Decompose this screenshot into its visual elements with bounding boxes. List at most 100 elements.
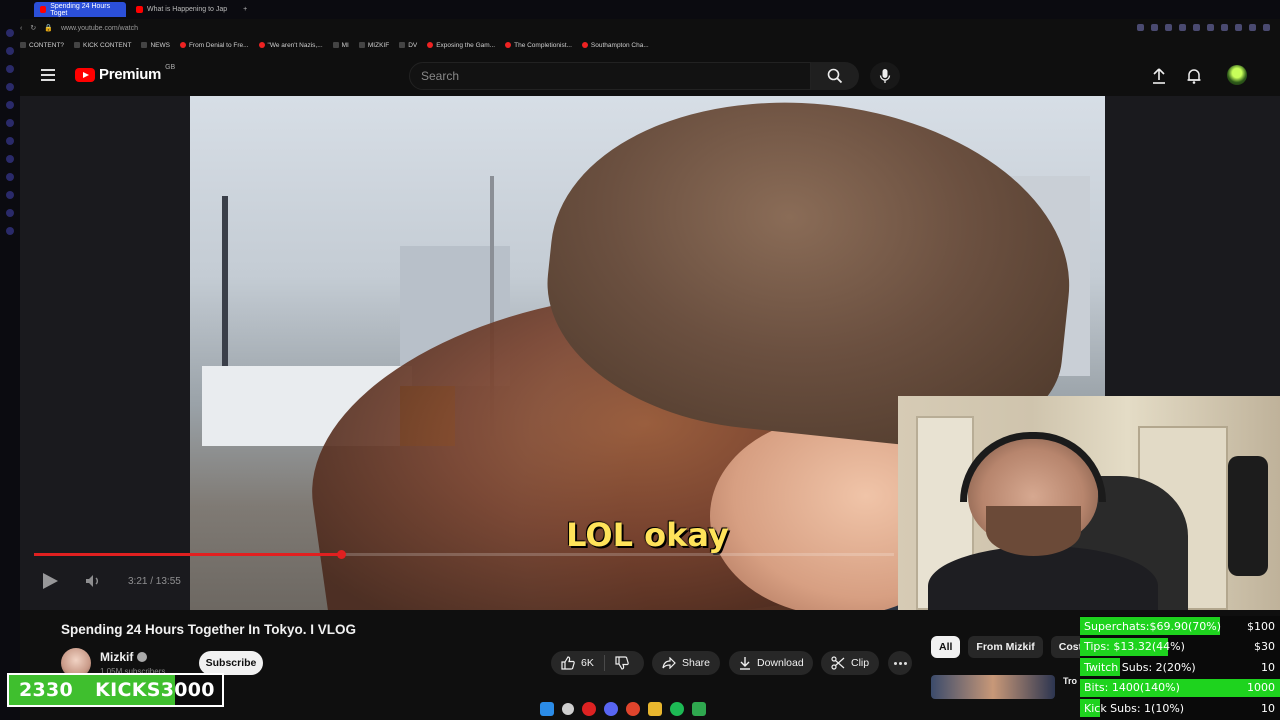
channel-name[interactable]: Mizkif [100,650,148,664]
bookmark-icon[interactable] [1165,24,1172,31]
bookmark-item[interactable]: MIZKIF [358,42,389,49]
extension-icon[interactable] [1221,24,1228,31]
sidebar-icon[interactable] [6,119,14,127]
stat-goal: 10 [1261,701,1275,715]
bookmark-item[interactable]: NEWS [141,42,170,49]
chip-from-channel[interactable]: From Mizkif [968,636,1043,658]
youtube-favicon-icon [40,6,47,13]
bookmark-item[interactable]: MI [332,42,349,49]
menu-icon[interactable] [1263,24,1270,31]
more-actions-button[interactable] [888,651,912,675]
voice-search-button[interactable] [870,62,900,90]
logo-text: Premium [99,66,162,83]
search-button[interactable] [811,62,859,90]
bookmark-item[interactable]: "We aren't Nazis,... [258,42,323,49]
extension-icon[interactable] [1249,24,1256,31]
donation-stats-overlay: Superchats:$69.90(70%) $100 Tips: $13.32… [1080,616,1280,720]
browser-tab-bar: Spending 24 Hours Toget What is Happenin… [0,0,1280,19]
sidebar-icon[interactable] [6,101,14,109]
browser-icon[interactable] [626,702,640,716]
subscribe-button[interactable]: Subscribe [199,651,263,675]
extension-icon[interactable] [1193,24,1200,31]
search-input[interactable]: Search [409,62,811,90]
bookmark-label: Exposing the Gam... [436,41,496,49]
player-controls: 3:21 / 13:55 [40,572,181,590]
kicks-goal: 3000 [160,679,215,701]
sidebar-icon[interactable] [6,65,14,73]
dislike-button[interactable] [605,651,639,675]
bookmark-label: Southampton Cha... [590,41,649,49]
stat-label: Bits: 1400(140%) [1084,681,1180,695]
sidebar-icon[interactable] [6,47,14,55]
url-text[interactable]: www.youtube.com/watch [61,25,138,32]
bookmark-item[interactable]: From Denial to Fre... [179,42,249,49]
bookmark-item[interactable]: CONTENT? [20,42,64,49]
notifications-button[interactable] [1182,64,1206,88]
sidebar-icon[interactable] [6,29,14,37]
progress-bar[interactable] [34,550,894,559]
extension-icon[interactable] [1235,24,1242,31]
xbox-icon[interactable] [692,702,706,716]
share-label: Share [682,657,711,669]
bookmark-item[interactable]: KICK CONTENT [74,42,131,49]
video-title: Spending 24 Hours Together In Tokyo. I V… [61,622,357,637]
download-icon [740,657,750,670]
share-icon[interactable] [1151,24,1158,31]
spotify-icon[interactable] [670,702,684,716]
search-icon[interactable] [562,703,574,715]
sidebar-icon[interactable] [6,155,14,163]
sidebar-icon[interactable] [6,83,14,91]
bookmark-item[interactable]: The Completionist... [505,42,572,49]
channel-name-text[interactable]: Mizkif [100,650,133,664]
progress-scrubber[interactable] [337,550,347,559]
windows-start-icon[interactable] [540,702,554,716]
bookmark-item[interactable]: DV [399,42,417,49]
extension-icon[interactable] [1179,24,1186,31]
thumbs-down-icon [615,656,629,670]
chip-all[interactable]: All [931,636,961,658]
create-button[interactable] [1147,64,1171,88]
download-label: Download [757,657,804,669]
stat-goal: $100 [1247,619,1275,633]
clip-label: Clip [851,657,870,669]
folder-icon [332,42,339,48]
like-button[interactable]: 6K [551,651,604,675]
folder-icon [358,42,365,48]
youtube-logo[interactable]: Premium GB [75,64,175,83]
discord-icon[interactable] [604,702,618,716]
browser-tab-active[interactable]: Spending 24 Hours Toget [34,2,126,17]
bookmark-item[interactable]: Southampton Cha... [581,41,649,49]
hamburger-menu-icon[interactable] [41,69,55,81]
youtube-favicon-icon [427,42,434,48]
volume-icon[interactable] [84,572,102,590]
browser-tab[interactable]: What is Happening to Jap [130,2,233,17]
bookmark-item[interactable]: Exposing the Gam... [427,42,495,49]
related-video-title[interactable]: Tro [1063,676,1077,686]
tab-label: What is Happening to Jap [147,6,228,13]
sidebar-icon[interactable] [6,137,14,145]
extension-icon[interactable] [1207,24,1214,31]
share-button[interactable]: Share [652,651,720,675]
taskbar [540,699,740,719]
zoom-icon[interactable] [1137,24,1144,31]
stat-label: Twitch Subs: 2(20%) [1084,660,1196,674]
address-bar[interactable]: ‹ ↻ 🔒 www.youtube.com/watch [20,20,1280,36]
tab-label: Spending 24 Hours Toget [50,2,111,17]
sidebar-icon[interactable] [6,227,14,235]
folder-icon [74,42,81,48]
sidebar-icon[interactable] [6,209,14,217]
play-button[interactable] [40,572,58,590]
sidebar-icon[interactable] [6,173,14,181]
microphone-icon [879,69,891,83]
sidebar-icon[interactable] [6,191,14,199]
bookmark-label: CONTENT? [29,41,65,49]
reload-icon[interactable]: ↻ [30,24,36,32]
opera-icon[interactable] [582,702,596,716]
back-icon[interactable]: ‹ [20,25,22,32]
new-tab-button[interactable]: + [237,2,253,17]
related-video-thumbnail[interactable] [931,675,1055,699]
file-explorer-icon[interactable] [648,702,662,716]
download-button[interactable]: Download [729,651,813,675]
account-avatar[interactable] [1227,65,1247,85]
clip-button[interactable]: Clip [821,651,879,675]
